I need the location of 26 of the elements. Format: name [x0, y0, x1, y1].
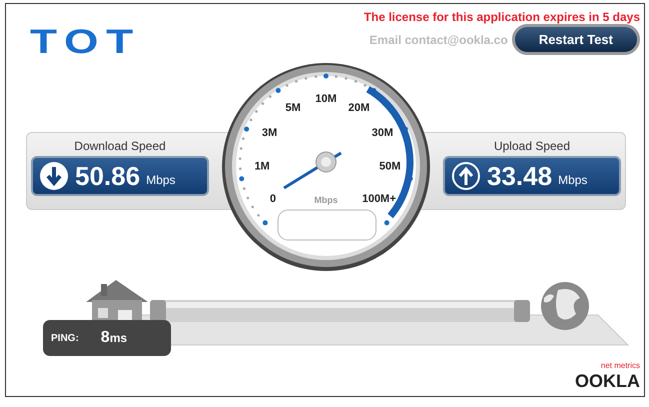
download-label: Download Speed	[74, 139, 166, 153]
needle	[283, 152, 342, 190]
scale-label: 100M+	[362, 192, 396, 205]
scale-label: 20M	[348, 102, 370, 114]
license-notice: The license for this application expires in 5 days	[364, 10, 640, 24]
scale-label: 0	[270, 192, 276, 205]
download-unit: Mbps	[146, 173, 176, 187]
ping-label: PING:	[51, 332, 79, 344]
scale-label: 1M	[254, 160, 270, 172]
brand-logo: OOKLA	[575, 370, 640, 392]
globe-icon	[541, 282, 589, 330]
logo: TOT	[30, 28, 141, 62]
scale-label: 30M	[372, 126, 394, 139]
scale-label: 10M	[315, 93, 337, 105]
scale-label: 50M	[379, 160, 401, 172]
upload-label: Upload Speed	[494, 139, 570, 153]
gauge-unit: Mbps	[314, 195, 338, 205]
brand-tagline: net metrics	[600, 362, 640, 370]
ping-value: 8ms	[100, 329, 128, 347]
contact-notice: Email contact@ookla.co	[369, 32, 508, 46]
download-value: 50.86	[75, 160, 140, 192]
upload-unit: Mbps	[558, 173, 588, 187]
scale-label: 5M	[285, 102, 301, 114]
scale-label: 3M	[262, 126, 278, 139]
upload-value: 33.48	[487, 160, 552, 192]
restart-button[interactable]: Restart Test	[512, 24, 640, 55]
